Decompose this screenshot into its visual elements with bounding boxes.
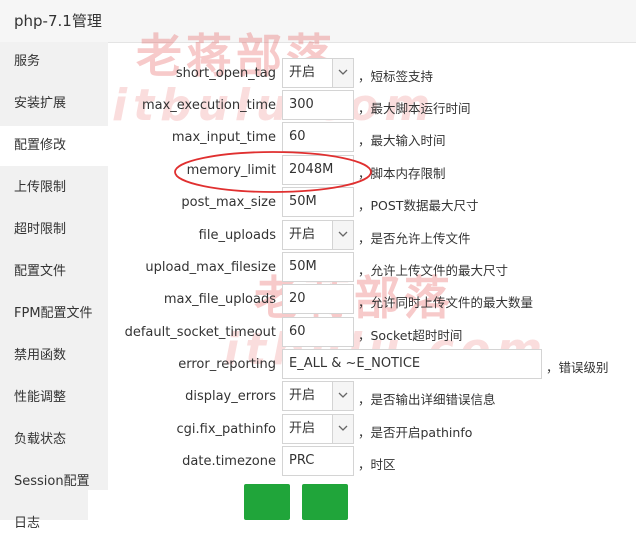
setting-row-default-socket-timeout: default_socket_timeout 60 ，Socket超时时间 — [108, 317, 636, 349]
setting-label: default_socket_timeout — [124, 325, 276, 340]
setting-row-max-file-uploads: max_file_uploads 20 ，允许同时上传文件的最大数量 — [108, 284, 636, 316]
setting-row-short-open-tag: short_open_tag 开启 ，短标签支持 — [108, 58, 636, 90]
sidebar-item-upload-limit[interactable]: 上传限制 — [0, 168, 108, 208]
setting-label: display_errors — [185, 389, 276, 404]
setting-row-max-input-time: max_input_time 60 ，最大输入时间 — [108, 122, 636, 154]
setting-row-memory-limit: memory_limit 2048M ，脚本内存限制 — [108, 155, 636, 187]
sidebar-item-fpm-config[interactable]: FPM配置文件 — [0, 294, 108, 334]
setting-description: ，允许上传文件的最大尺寸 — [358, 263, 509, 278]
setting-description: ，最大脚本运行时间 — [358, 101, 471, 116]
setting-label: date.timezone — [182, 454, 276, 469]
setting-description: ，错误级别 — [546, 360, 609, 375]
chevron-down-icon — [332, 415, 353, 443]
setting-row-max-execution-time: max_execution_time 300 ，最大脚本运行时间 — [108, 90, 636, 122]
setting-row-upload-max-filesize: upload_max_filesize 50M ，允许上传文件的最大尺寸 — [108, 252, 636, 284]
default-socket-timeout-input[interactable]: 60 — [282, 317, 354, 347]
setting-description: ，允许同时上传文件的最大数量 — [358, 295, 534, 310]
setting-label: max_execution_time — [141, 98, 276, 113]
sidebar-item-performance[interactable]: 性能调整 — [0, 378, 108, 418]
memory-limit-input[interactable]: 2048M — [282, 155, 354, 185]
setting-label: short_open_tag — [175, 66, 276, 81]
sidebar-item-extensions[interactable]: 安装扩展 — [0, 84, 108, 124]
sidebar-item-load-status[interactable]: 负载状态 — [0, 420, 108, 460]
refresh-button[interactable] — [302, 484, 348, 520]
sidebar: 服务 安装扩展 配置修改 上传限制 超时限制 配置文件 FPM配置文件 禁用函数… — [0, 42, 108, 531]
cgi-fix-pathinfo-select[interactable]: 开启 — [282, 414, 354, 444]
setting-description: ，是否开启pathinfo — [358, 425, 473, 440]
max-input-time-input[interactable]: 60 — [282, 122, 354, 152]
setting-label: memory_limit — [186, 163, 276, 178]
chevron-down-icon — [332, 221, 353, 249]
setting-description: ，脚本内存限制 — [358, 166, 446, 181]
setting-description: ，POST数据最大尺寸 — [358, 198, 479, 213]
setting-row-post-max-size: post_max_size 50M ，POST数据最大尺寸 — [108, 187, 636, 219]
setting-row-cgi-fix-pathinfo: cgi.fix_pathinfo 开启 ，是否开启pathinfo — [108, 414, 636, 446]
sidebar-item-config-edit[interactable]: 配置修改 — [0, 126, 108, 166]
setting-row-display-errors: display_errors 开启 ，是否输出详细错误信息 — [108, 381, 636, 413]
post-max-size-input[interactable]: 50M — [282, 187, 354, 217]
setting-row-date-timezone: date.timezone PRC ，时区 — [108, 446, 636, 478]
upload-max-filesize-input[interactable]: 50M — [282, 252, 354, 282]
setting-description: ，短标签支持 — [358, 69, 434, 84]
setting-row-error-reporting: error_reporting E_ALL & ~E_NOTICE ，错误级别 — [108, 349, 636, 381]
short-open-tag-select[interactable]: 开启 — [282, 58, 354, 88]
sidebar-item-disabled-functions[interactable]: 禁用函数 — [0, 336, 108, 376]
setting-label: post_max_size — [181, 195, 276, 210]
chevron-down-icon — [332, 59, 353, 87]
setting-description: ，Socket超时时间 — [358, 328, 463, 343]
setting-label: max_input_time — [171, 130, 276, 145]
setting-label: upload_max_filesize — [145, 260, 276, 275]
file-uploads-select[interactable]: 开启 — [282, 220, 354, 250]
max-file-uploads-input[interactable]: 20 — [282, 284, 354, 314]
window-titlebar: php-7.1管理 — [0, 0, 636, 43]
setting-label: error_reporting — [178, 357, 276, 372]
setting-label: cgi.fix_pathinfo — [176, 422, 276, 437]
setting-description: ，是否输出详细错误信息 — [358, 392, 496, 407]
display-errors-select[interactable]: 开启 — [282, 381, 354, 411]
sidebar-item-config-file[interactable]: 配置文件 — [0, 252, 108, 292]
sidebar-item-service[interactable]: 服务 — [0, 42, 108, 82]
setting-label: max_file_uploads — [163, 292, 276, 307]
error-reporting-input[interactable]: E_ALL & ~E_NOTICE — [282, 349, 542, 379]
setting-description: ，时区 — [358, 457, 396, 472]
date-timezone-input[interactable]: PRC — [282, 446, 354, 476]
setting-description: ，最大输入时间 — [358, 133, 446, 148]
chevron-down-icon — [332, 382, 353, 410]
sidebar-item-timeout-limit[interactable]: 超时限制 — [0, 210, 108, 250]
setting-label: file_uploads — [198, 228, 276, 243]
max-execution-time-input[interactable]: 300 — [282, 90, 354, 120]
window-title: php-7.1管理 — [14, 12, 102, 30]
setting-row-file-uploads: file_uploads 开启 ，是否允许上传文件 — [108, 220, 636, 252]
panel-corner — [88, 490, 136, 520]
setting-description: ，是否允许上传文件 — [358, 231, 471, 246]
save-button[interactable] — [244, 484, 290, 520]
